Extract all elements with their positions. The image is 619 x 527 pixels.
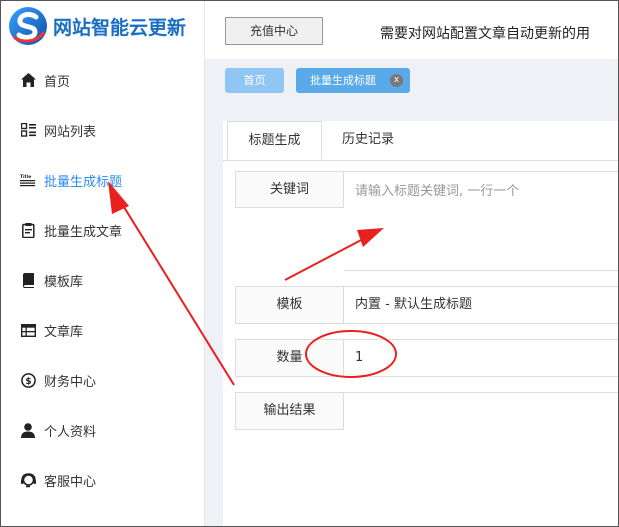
template-select[interactable]: 内置 - 默认生成标题	[344, 286, 618, 324]
recharge-button[interactable]: 充值中心	[225, 17, 323, 45]
sidebar-item-support[interactable]: 客服中心	[1, 455, 204, 505]
sidebar-item-finance[interactable]: $ 财务中心	[1, 355, 204, 405]
dollar-icon: $	[20, 372, 36, 388]
open-tabs-bar: 首页 批量生成标题 x	[205, 59, 618, 101]
sidebar-item-batch-articles[interactable]: 批量生成文章	[1, 205, 204, 255]
sidebar-item-label: 批量生成标题	[44, 174, 123, 190]
subtabs: 标题生成 历史记录	[223, 121, 618, 161]
sidebar-item-site-list[interactable]: 网站列表	[1, 105, 204, 155]
logo[interactable]: 网站智能云更新	[7, 4, 186, 48]
title-icon-text: Title	[20, 174, 31, 180]
sidebar: 网站智能云更新 首页 网站列表 Title 批量生成标题 批量生成文章 模板库 …	[1, 1, 205, 526]
sidebar-nav: 首页 网站列表 Title 批量生成标题 批量生成文章 模板库 文章库 $ 财务…	[1, 55, 204, 505]
sidebar-item-profile[interactable]: 个人资料	[1, 405, 204, 455]
top-bar: 充值中心 需要对网站配置文章自动更新的用	[205, 1, 618, 59]
sidebar-item-home[interactable]: 首页	[1, 55, 204, 105]
tab-label: 批量生成标题	[310, 74, 376, 87]
book-icon	[20, 272, 36, 288]
sidebar-item-templates[interactable]: 模板库	[1, 255, 204, 305]
form-panel: 标题生成 历史记录 关键词 请输入标题关键词, 一行一个 模板 内置 - 默认生…	[223, 121, 618, 526]
table-icon	[20, 322, 36, 338]
home-icon	[20, 72, 36, 88]
notice-text: 需要对网站配置文章自动更新的用	[380, 26, 590, 42]
sidebar-item-label: 财务中心	[44, 374, 97, 390]
sidebar-item-label: 首页	[44, 74, 71, 90]
tab-home[interactable]: 首页	[225, 68, 284, 93]
quantity-input[interactable]: 1	[344, 339, 618, 377]
keyword-placeholder: 请输入标题关键词, 一行一个	[355, 184, 520, 199]
svg-text:$: $	[25, 377, 31, 387]
list-icon	[20, 122, 36, 138]
user-icon	[20, 422, 36, 438]
brand-name: 网站智能云更新	[53, 16, 187, 39]
document-icon	[20, 222, 36, 238]
keyword-textarea[interactable]: 请输入标题关键词, 一行一个	[344, 171, 618, 271]
main-content: 标题生成 历史记录 关键词 请输入标题关键词, 一行一个 模板 内置 - 默认生…	[205, 101, 618, 526]
output-label: 输出结果	[235, 392, 344, 430]
sidebar-item-label: 文章库	[44, 324, 84, 340]
keyword-label: 关键词	[235, 171, 344, 208]
output-textarea[interactable]	[344, 392, 618, 526]
tab-batch-titles[interactable]: 批量生成标题 x	[296, 68, 410, 93]
support-icon	[20, 472, 36, 488]
close-icon[interactable]: x	[390, 74, 403, 87]
sidebar-item-label: 网站列表	[44, 124, 97, 140]
tab-history[interactable]: 历史记录	[330, 121, 406, 160]
sidebar-item-batch-titles[interactable]: Title 批量生成标题	[1, 155, 204, 205]
sidebar-item-label: 个人资料	[44, 424, 97, 440]
sidebar-item-article-library[interactable]: 文章库	[1, 305, 204, 355]
logo-icon	[7, 5, 49, 47]
sidebar-item-label: 批量生成文章	[44, 224, 123, 240]
sidebar-item-label: 客服中心	[44, 474, 97, 490]
quantity-label: 数量	[235, 339, 344, 377]
title-icon: Title	[20, 172, 36, 188]
template-label: 模板	[235, 286, 344, 324]
app-window: 网站智能云更新 首页 网站列表 Title 批量生成标题 批量生成文章 模板库 …	[0, 0, 619, 527]
sidebar-item-label: 模板库	[44, 274, 84, 290]
tab-title-generation[interactable]: 标题生成	[227, 121, 322, 160]
